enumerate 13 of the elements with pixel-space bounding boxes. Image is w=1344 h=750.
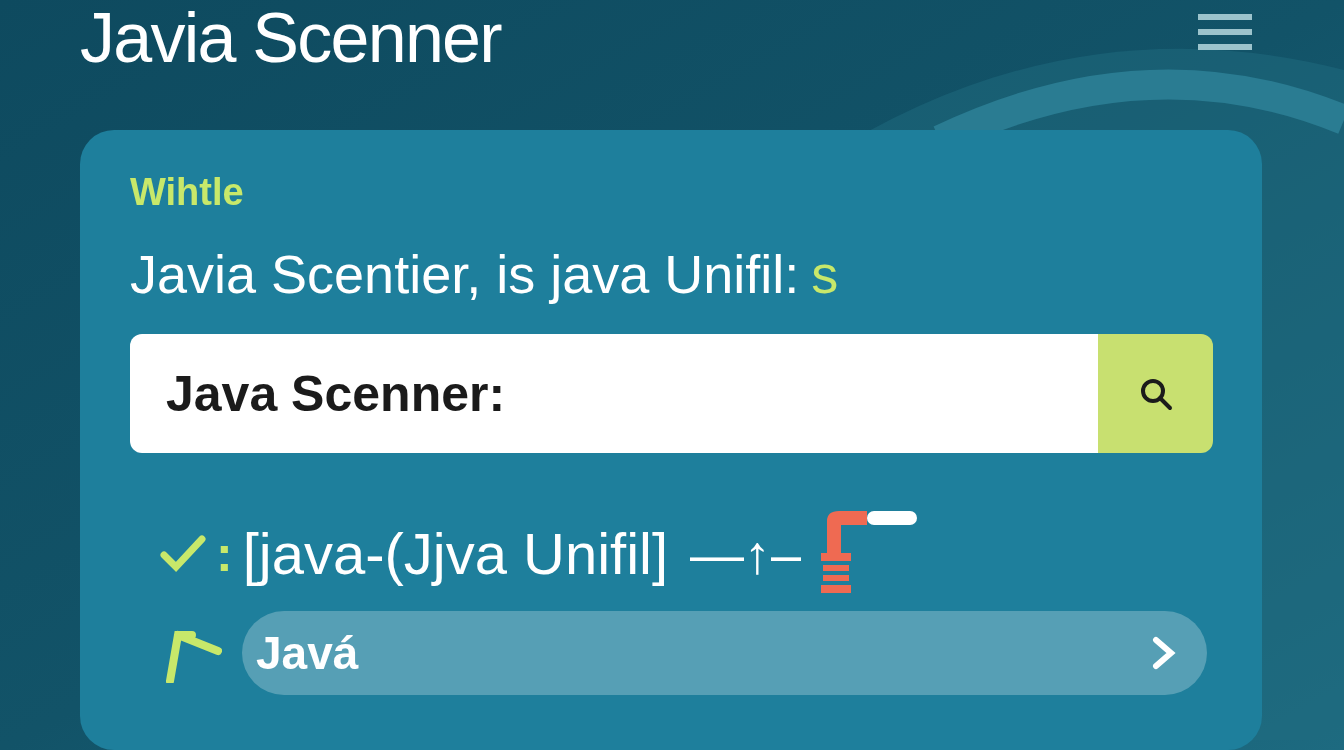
headline-accent: s: [811, 243, 839, 306]
search-button[interactable]: [1098, 334, 1213, 453]
search-icon: [1138, 376, 1173, 411]
result-text: [java-(Jjva Unifil]: [242, 520, 669, 588]
menu-icon[interactable]: [1198, 14, 1252, 50]
card-label: Wihtle: [130, 170, 245, 214]
check-icon: [160, 535, 206, 573]
app-title: Javia Scenner: [80, 0, 501, 76]
result-trail: —↑–: [690, 523, 802, 586]
separator: :: [216, 525, 233, 584]
chevron-right-icon: [1151, 636, 1177, 670]
search-field[interactable]: Java Scenner:: [130, 334, 1098, 453]
headline: Javia Scentier, is java Unifil:: [130, 243, 800, 306]
